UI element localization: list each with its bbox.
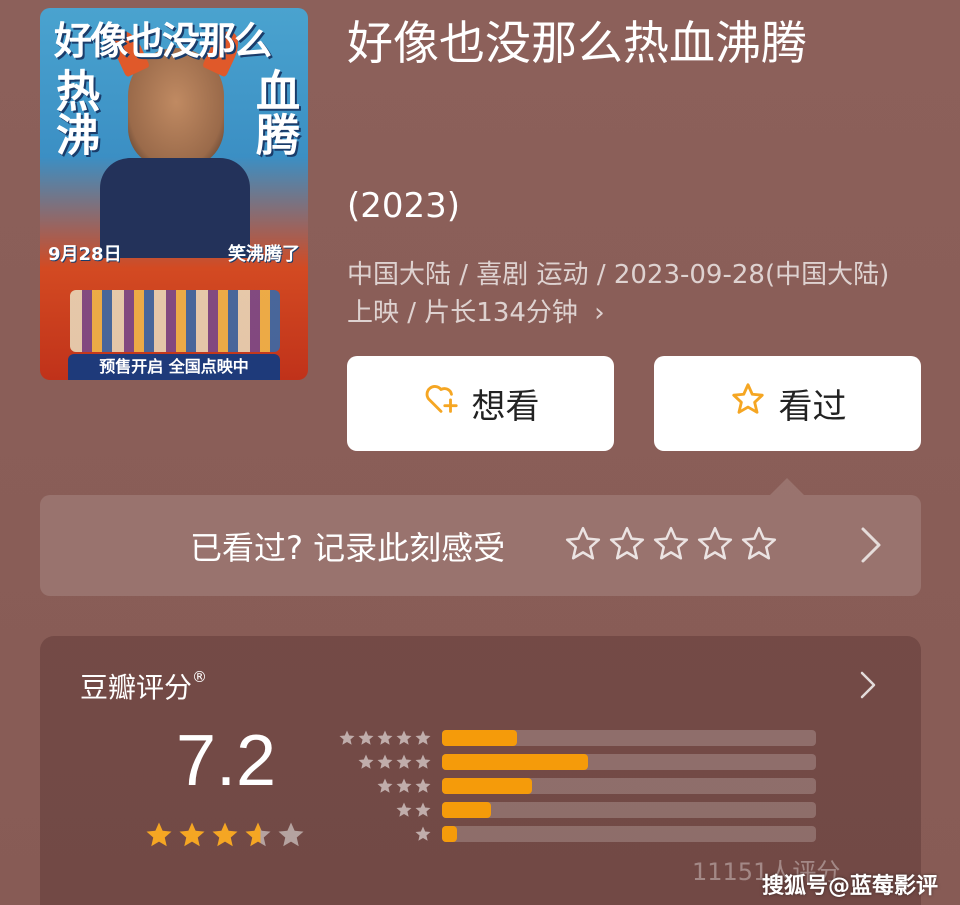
- poster-crowd: [70, 290, 280, 352]
- rating-stars-input[interactable]: [564, 525, 778, 567]
- star-outline-icon[interactable]: [696, 525, 734, 567]
- rating-title-text: 豆瓣评分: [80, 671, 193, 704]
- poster-banner: 预售开启 全国点映中: [68, 354, 280, 380]
- douban-rating-card[interactable]: 豆瓣评分® 7.2 11151人评分: [40, 636, 921, 905]
- distribution-row: [336, 750, 816, 774]
- star-small-icon: [396, 802, 412, 817]
- tooltip-arrow: [770, 478, 804, 495]
- distribution-row: [336, 822, 816, 846]
- star-small-icon: [415, 826, 431, 841]
- poster-title-right: 血腾: [248, 68, 299, 156]
- heart-plus-icon: [422, 380, 460, 427]
- star-small-icon: [377, 730, 393, 745]
- star-outline-icon[interactable]: [608, 525, 646, 567]
- distribution-row: [336, 774, 816, 798]
- distribution-track: [442, 778, 816, 794]
- record-feeling-prompt: 已看过? 记录此刻感受: [190, 529, 506, 567]
- star-outline-icon: [653, 526, 689, 560]
- star-small-icon: [358, 730, 374, 745]
- star-small-icon: [377, 754, 393, 769]
- star-small-icon: [415, 730, 431, 745]
- star-outline-icon: [697, 526, 733, 560]
- rating-stars: [144, 820, 306, 850]
- star-small-icon: [396, 754, 412, 769]
- distribution-stars: [336, 753, 432, 771]
- want-to-watch-button[interactable]: 想看: [347, 356, 614, 451]
- poster-date: 9月28日: [48, 244, 122, 265]
- rating-score: 7.2: [176, 721, 277, 801]
- star-small-icon: [358, 754, 374, 769]
- distribution-bar: [442, 802, 491, 818]
- distribution-stars: [336, 777, 432, 795]
- star-outline-icon: [609, 526, 645, 560]
- star-small-icon: [415, 754, 431, 769]
- distribution-stars: [336, 801, 432, 819]
- star-outline-icon: [741, 526, 777, 560]
- poster-title-top: 好像也没那么: [54, 19, 272, 63]
- distribution-bar: [442, 730, 517, 746]
- star-filled-icon: [146, 822, 172, 847]
- rating-title: 豆瓣评分®: [80, 666, 207, 706]
- watched-button[interactable]: 看过: [654, 356, 921, 451]
- movie-year: (2023): [347, 186, 461, 226]
- rating-distribution: [336, 726, 816, 846]
- star-small-icon: [415, 802, 431, 817]
- star-outline-icon: [565, 526, 601, 560]
- distribution-track: [442, 802, 816, 818]
- star-small-icon: [377, 778, 393, 793]
- movie-title: 好像也没那么热血沸腾: [347, 16, 807, 70]
- watched-label: 看过: [778, 387, 847, 427]
- star-outline-icon[interactable]: [652, 525, 690, 567]
- star-filled-icon: [179, 822, 205, 847]
- distribution-stars: [336, 729, 432, 747]
- movie-detail-page: 好像也没那么 热沸 血腾 9月28日 笑沸腾了 预售开启 全国点映中 好像也没那…: [0, 0, 960, 905]
- star-small-icon: [339, 730, 355, 745]
- registered-mark: ®: [192, 668, 208, 686]
- chevron-right-icon: [861, 527, 881, 563]
- poster-title-left: 热沸: [48, 68, 99, 156]
- distribution-track: [442, 730, 816, 746]
- watermark: 搜狐号@蓝莓影评: [761, 874, 938, 899]
- movie-meta-text: 中国大陆 / 喜剧 运动 / 2023-09-28(中国大陆)上映 / 片长13…: [347, 260, 890, 328]
- record-feeling-bar[interactable]: 已看过? 记录此刻感受: [40, 495, 921, 596]
- distribution-row: [336, 726, 816, 750]
- star-outline-icon[interactable]: [740, 525, 778, 567]
- distribution-stars: [336, 825, 432, 843]
- distribution-bar: [442, 754, 588, 770]
- star-small-icon: [396, 778, 412, 793]
- distribution-bar: [442, 778, 532, 794]
- chevron-right-icon: [860, 671, 876, 699]
- distribution-track: [442, 754, 816, 770]
- star-small-icon: [415, 778, 431, 793]
- star-empty-icon: [278, 822, 304, 847]
- want-to-watch-label: 想看: [471, 387, 540, 427]
- movie-meta[interactable]: 中国大陆 / 喜剧 运动 / 2023-09-28(中国大陆)上映 / 片长13…: [347, 256, 907, 332]
- star-outline-icon: [729, 380, 767, 427]
- movie-poster[interactable]: 好像也没那么 热沸 血腾 9月28日 笑沸腾了 预售开启 全国点映中: [40, 8, 308, 380]
- chevron-right-icon: ›: [594, 298, 605, 328]
- star-filled-icon: [212, 822, 238, 847]
- star-outline-icon[interactable]: [564, 525, 602, 567]
- distribution-row: [336, 798, 816, 822]
- star-half-icon: [245, 822, 271, 847]
- star-small-icon: [396, 730, 412, 745]
- distribution-bar: [442, 826, 457, 842]
- poster-tagline: 笑沸腾了: [228, 244, 300, 265]
- distribution-track: [442, 826, 816, 842]
